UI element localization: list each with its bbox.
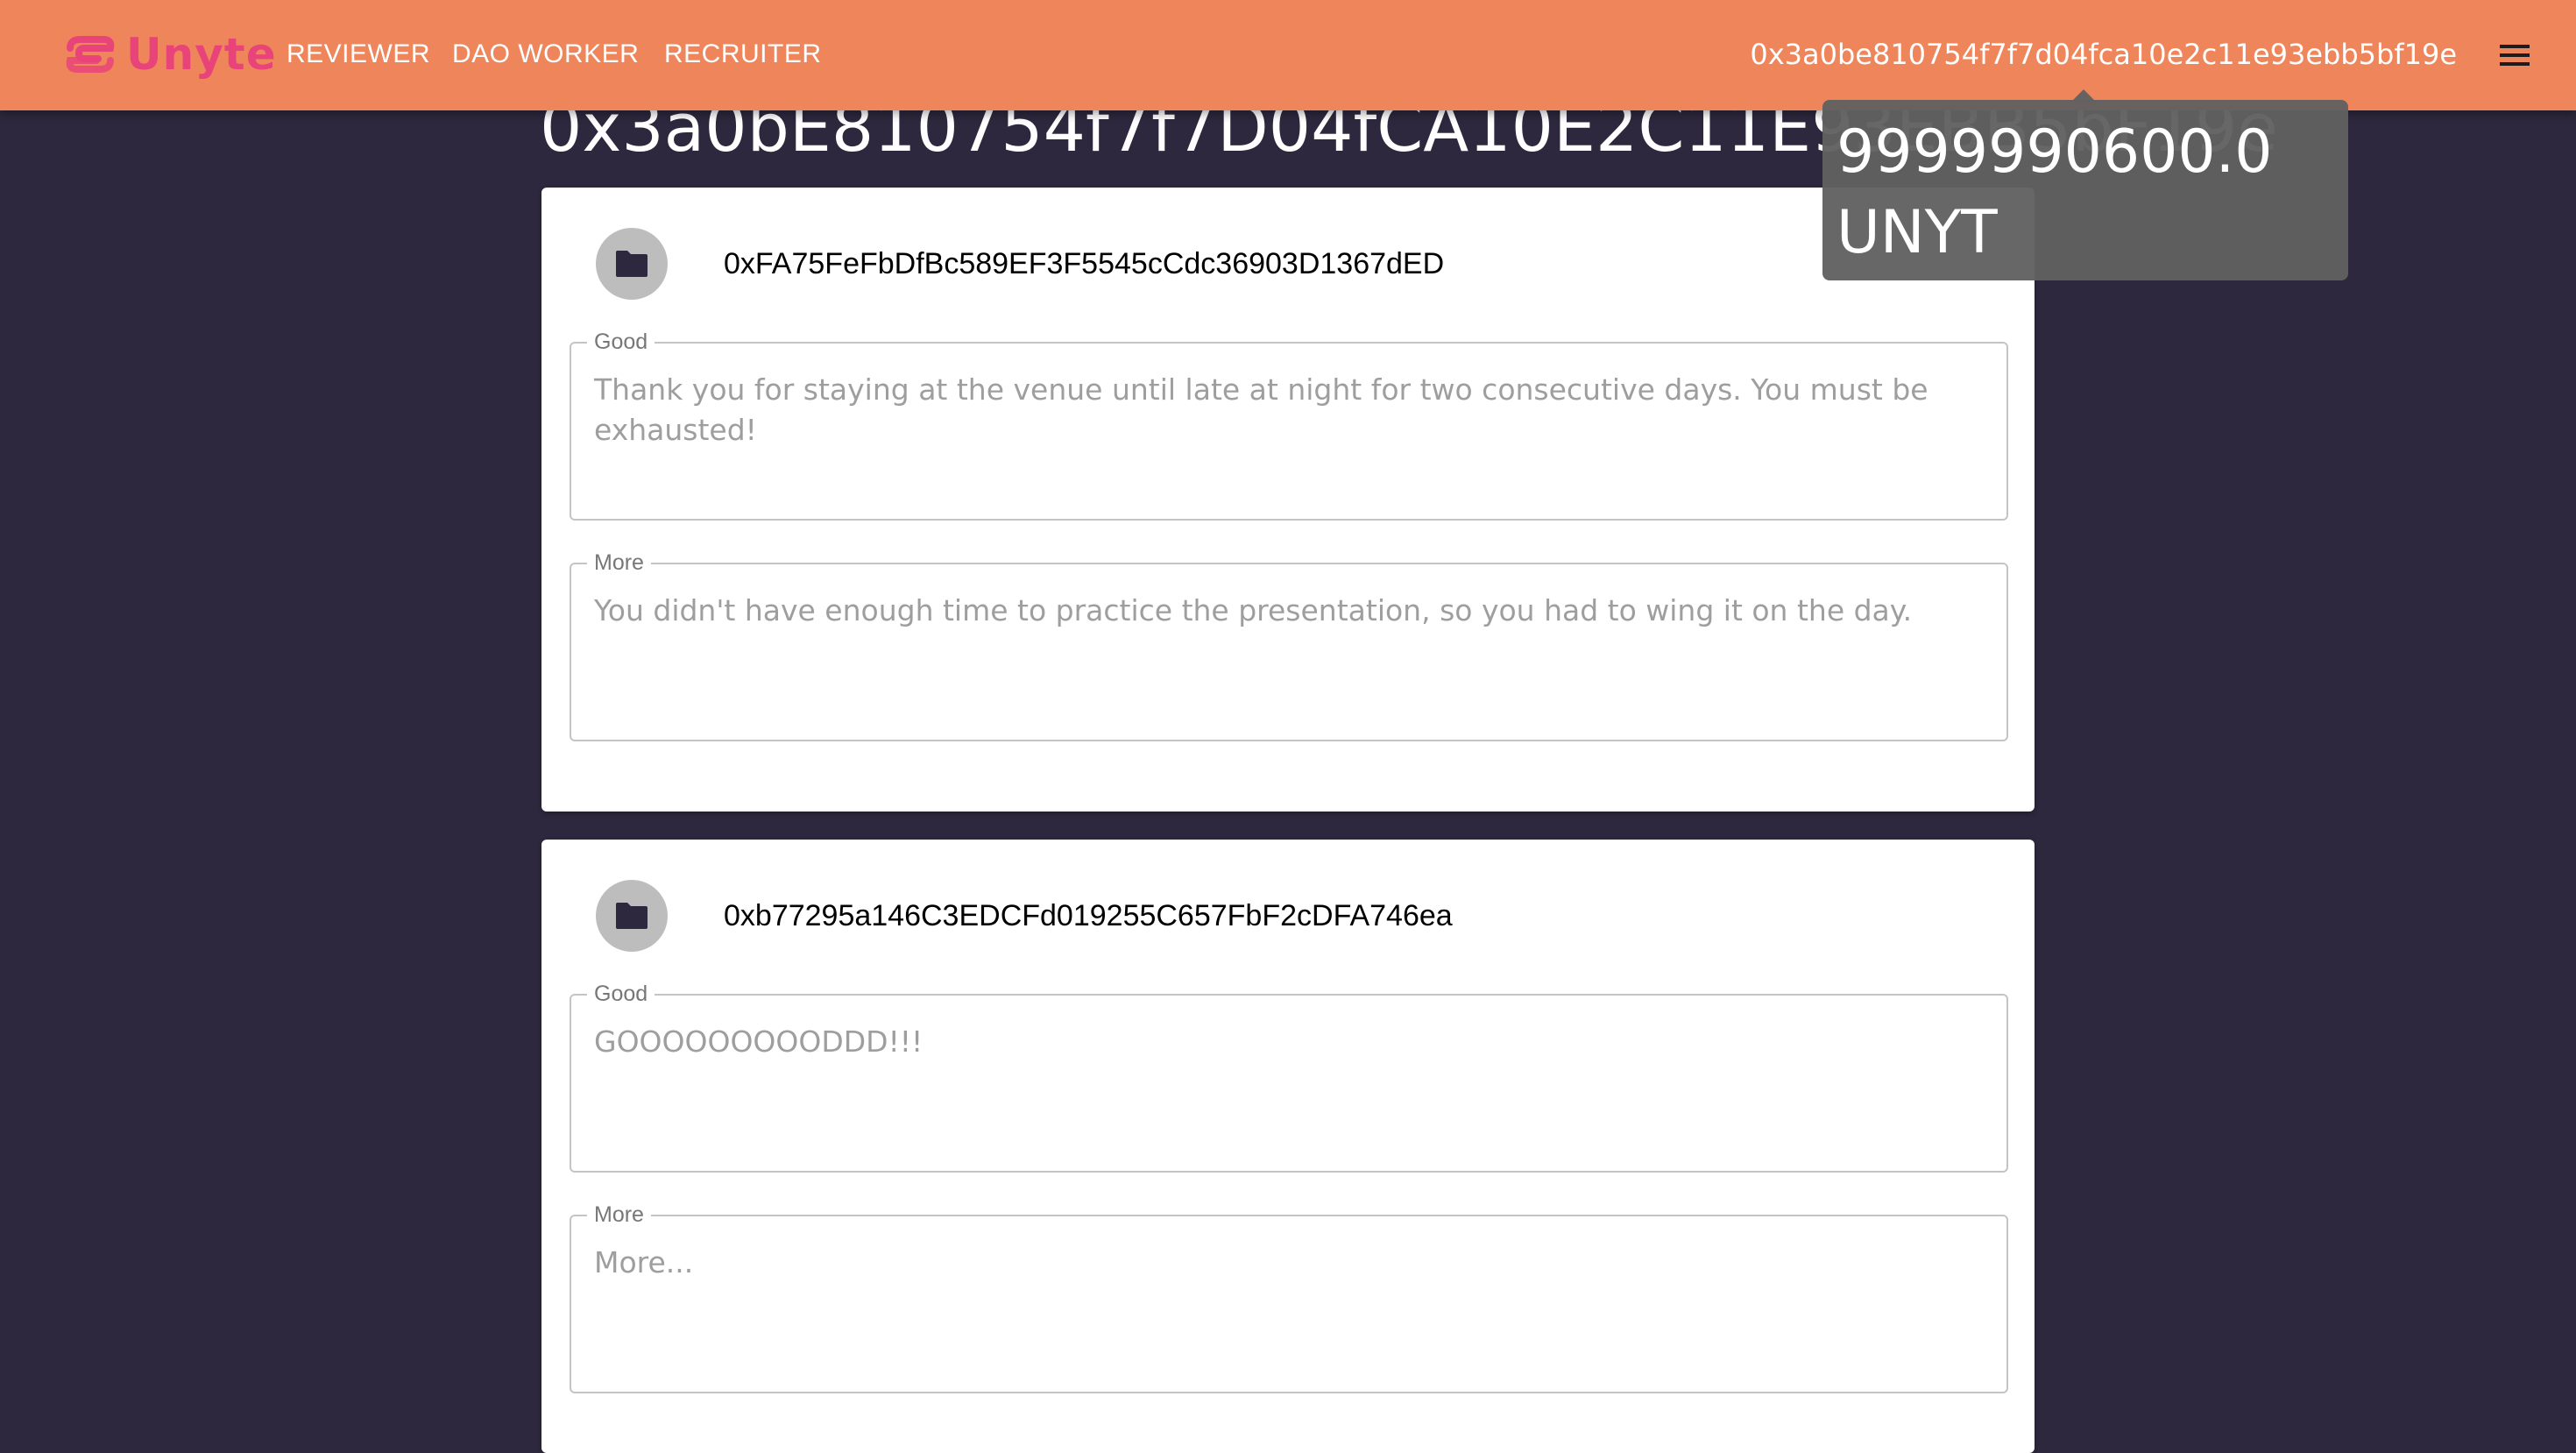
- avatar: [596, 228, 668, 300]
- app-bar: Unyte REVIEWER DAO WORKER RECRUITER 0x3a…: [0, 0, 2576, 110]
- good-label: Good: [587, 329, 655, 355]
- tooltip-unit: UNYT: [1836, 198, 1998, 267]
- good-text[interactable]: GOOOOOOOOODDD!!!: [594, 1022, 1987, 1062]
- card-header: 0xb77295a146C3EDCFd019255C657FbF2cDFA746…: [596, 880, 1453, 952]
- balance-tooltip: 9999990600.0 UNYT: [1822, 100, 2348, 280]
- more-label: More: [587, 1201, 651, 1228]
- avatar: [596, 880, 668, 952]
- folder-icon: [616, 251, 648, 277]
- good-field[interactable]: Good GOOOOOOOOODDD!!!: [570, 981, 2008, 1173]
- more-label: More: [587, 549, 651, 576]
- folder-icon: [616, 903, 648, 929]
- review-card: 0xFA75FeFbDfBc589EF3F5545cCdc36903D1367d…: [541, 188, 2035, 812]
- hamburger-menu-icon[interactable]: [2497, 38, 2532, 73]
- more-field[interactable]: More More...: [570, 1201, 2008, 1393]
- nav-reviewer[interactable]: REVIEWER: [287, 35, 430, 74]
- logo-text: Unyte: [126, 29, 277, 80]
- card-header: 0xFA75FeFbDfBc589EF3F5545cCdc36903D1367d…: [596, 228, 1444, 300]
- nav-recruiter[interactable]: RECRUITER: [664, 35, 822, 74]
- nav-dao-worker[interactable]: DAO WORKER: [452, 35, 639, 74]
- reviewer-address: 0xFA75FeFbDfBc589EF3F5545cCdc36903D1367d…: [724, 246, 1445, 280]
- reviewer-address: 0xb77295a146C3EDCFd019255C657FbF2cDFA746…: [724, 898, 1453, 932]
- unyte-logo[interactable]: Unyte: [63, 30, 277, 79]
- more-text[interactable]: You didn't have enough time to practice …: [594, 591, 1987, 631]
- good-field[interactable]: Good Thank you for staying at the venue …: [570, 329, 2008, 521]
- unyte-logo-icon: [66, 36, 115, 73]
- review-card: 0xb77295a146C3EDCFd019255C657FbF2cDFA746…: [541, 840, 2035, 1453]
- tooltip-balance: 9999990600.0: [1836, 117, 2273, 187]
- more-text[interactable]: More...: [594, 1243, 1987, 1283]
- wallet-address-button[interactable]: 0x3a0be810754f7f7d04fca10e2c11e93ebb5bf1…: [1750, 35, 2457, 74]
- good-text[interactable]: Thank you for staying at the venue until…: [594, 370, 1987, 450]
- more-field[interactable]: More You didn't have enough time to prac…: [570, 549, 2008, 741]
- good-label: Good: [587, 981, 655, 1007]
